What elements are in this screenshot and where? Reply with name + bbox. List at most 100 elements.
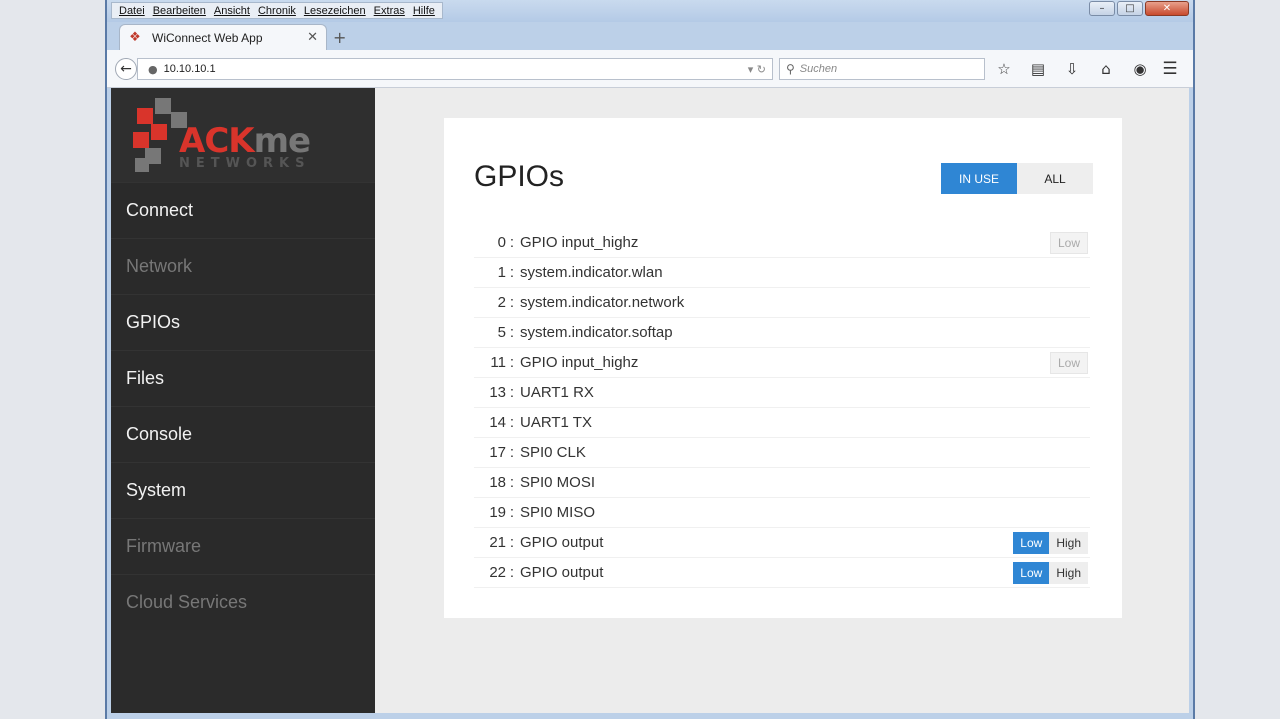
globe-icon: ●	[148, 62, 158, 76]
bookmark-star-icon[interactable]: ☆	[993, 58, 1015, 80]
gpio-separator: :	[509, 474, 515, 491]
gpio-state-readout: Low	[1049, 232, 1088, 254]
gpio-number: 11	[490, 354, 506, 371]
browser-tab[interactable]: ❖ WiConnect Web App ✕	[119, 24, 327, 50]
gpio-state-low-badge: Low	[1049, 352, 1088, 374]
table-row: 1: system.indicator.wlan	[474, 258, 1090, 288]
table-row: 11: GPIO input_highz Low	[474, 348, 1090, 378]
gpio-number: 13	[489, 384, 506, 401]
gpio-label: SPI0 CLK	[520, 444, 586, 461]
gpio-separator: :	[509, 264, 515, 281]
search-bar[interactable]: ⚲ Suchen	[779, 58, 985, 80]
menu-extras[interactable]: Extras	[370, 3, 409, 18]
sidebar-item-files[interactable]: Files	[111, 350, 375, 406]
tab-close-icon[interactable]: ✕	[307, 30, 318, 45]
table-row: 17: SPI0 CLK	[474, 438, 1090, 468]
gpio-low-button[interactable]: Low	[1013, 562, 1050, 584]
gpio-filter-toggle: IN USE ALL	[941, 163, 1093, 194]
table-row: 5: system.indicator.softap	[474, 318, 1090, 348]
ackme-favicon-icon: ❖	[129, 29, 141, 45]
maximize-icon[interactable]: □	[1117, 1, 1143, 16]
gpio-label: SPI0 MISO	[520, 504, 596, 521]
minimize-icon[interactable]: –	[1089, 1, 1115, 16]
gpio-number: 21	[489, 534, 506, 551]
sidebar-item-console[interactable]: Console	[111, 406, 375, 462]
gpio-state-low-badge: Low	[1049, 232, 1088, 254]
search-placeholder: Suchen	[799, 63, 838, 75]
all-button[interactable]: ALL	[1017, 163, 1093, 194]
navigation-bar: ← ● 10.10.10.1 ▾ ↻ ⚲ Suchen ☆ ▤ ⇩ ⌂ ◉ ☰	[107, 50, 1193, 88]
table-row: 2: system.indicator.network	[474, 288, 1090, 318]
ackme-logo: ACKme NETWORKS	[111, 88, 375, 182]
table-row: 18: SPI0 MOSI	[474, 468, 1090, 498]
page-title: GPIOs	[474, 160, 565, 193]
gpio-list: 0: GPIO input_highz Low 1: system.indicator.…	[474, 228, 1090, 588]
logo-wordmark: ACKme	[179, 121, 311, 161]
gpio-label: GPIO output	[520, 564, 604, 581]
gpio-separator: :	[509, 534, 515, 551]
toolbar-icons: ☆ ▤ ⇩ ⌂ ◉	[993, 58, 1151, 80]
new-tab-icon[interactable]: +	[333, 28, 346, 47]
gpio-low-button[interactable]: Low	[1013, 532, 1050, 554]
menu-datei[interactable]: Datei	[115, 3, 149, 18]
gpio-number: 5	[497, 324, 506, 341]
table-row: 14: UART1 TX	[474, 408, 1090, 438]
gpio-separator: :	[509, 504, 515, 521]
gpio-number: 22	[489, 564, 506, 581]
sidebar-item-connect[interactable]: Connect	[111, 182, 375, 238]
sidebar-item-network[interactable]: Network	[111, 238, 375, 294]
menu-lesezeichen[interactable]: Lesezeichen	[300, 3, 370, 18]
gpio-label: system.indicator.network	[520, 294, 685, 311]
web-content: ACKme NETWORKS Connect Network GPIOs Fil…	[111, 88, 1189, 713]
menu-bearbeiten[interactable]: Bearbeiten	[149, 3, 210, 18]
back-arrow-icon[interactable]: ←	[115, 58, 137, 80]
gpio-number: 17	[489, 444, 506, 461]
gpio-label: system.indicator.wlan	[520, 264, 663, 281]
gpio-label: UART1 RX	[520, 384, 594, 401]
menu-hilfe[interactable]: Hilfe	[409, 3, 439, 18]
gpio-label: GPIO input_highz	[520, 234, 639, 251]
gpio-number: 19	[489, 504, 506, 521]
browser-window: Datei Bearbeiten Ansicht Chronik Lesezei…	[105, 0, 1195, 719]
sidebar-item-firmware[interactable]: Firmware	[111, 518, 375, 574]
table-row: 19: SPI0 MISO	[474, 498, 1090, 528]
gpio-high-button[interactable]: High	[1049, 532, 1088, 554]
gpio-label: SPI0 MOSI	[520, 474, 596, 491]
table-row: 22: GPIO output Low High	[474, 558, 1090, 588]
url-text: 10.10.10.1	[163, 63, 216, 75]
table-row: 0: GPIO input_highz Low	[474, 228, 1090, 258]
url-bar[interactable]: ● 10.10.10.1 ▾ ↻	[137, 58, 773, 80]
gpio-high-button[interactable]: High	[1049, 562, 1088, 584]
gpio-separator: :	[509, 414, 515, 431]
gpio-separator: :	[509, 294, 515, 311]
gpio-output-toggle: Low High	[1013, 532, 1088, 554]
clipboard-icon[interactable]: ▤	[1027, 58, 1049, 80]
tab-strip: ❖ WiConnect Web App ✕ +	[107, 22, 1193, 50]
tab-title: WiConnect Web App	[152, 30, 263, 45]
gpio-panel: GPIOs IN USE ALL 0: GPIO input_highz Low 1:…	[444, 118, 1122, 618]
search-icon: ⚲	[786, 62, 795, 76]
gpio-separator: :	[509, 354, 515, 371]
gpio-label: GPIO input_highz	[520, 354, 639, 371]
in-use-button[interactable]: IN USE	[941, 163, 1017, 194]
sidebar-item-system[interactable]: System	[111, 462, 375, 518]
table-row: 13: UART1 RX	[474, 378, 1090, 408]
menu-ansicht[interactable]: Ansicht	[210, 3, 254, 18]
close-window-icon[interactable]: ✕	[1145, 1, 1189, 16]
gpio-label: UART1 TX	[520, 414, 592, 431]
table-row: 21: GPIO output Low High	[474, 528, 1090, 558]
chat-icon[interactable]: ◉	[1129, 58, 1151, 80]
gpio-separator: :	[509, 384, 515, 401]
sidebar-item-cloud-services[interactable]: Cloud Services	[111, 574, 375, 630]
gpio-number: 14	[489, 414, 506, 431]
sidebar-item-gpios[interactable]: GPIOs	[111, 294, 375, 350]
menu-chronik[interactable]: Chronik	[254, 3, 300, 18]
reload-icon[interactable]: ▾ ↻	[748, 63, 766, 76]
gpio-state-readout: Low	[1049, 352, 1088, 374]
hamburger-menu-icon[interactable]: ☰	[1159, 58, 1181, 80]
gpio-label: system.indicator.softap	[520, 324, 673, 341]
gpio-number: 18	[489, 474, 506, 491]
download-icon[interactable]: ⇩	[1061, 58, 1083, 80]
logo-subtitle: NETWORKS	[179, 156, 311, 171]
home-icon[interactable]: ⌂	[1095, 58, 1117, 80]
